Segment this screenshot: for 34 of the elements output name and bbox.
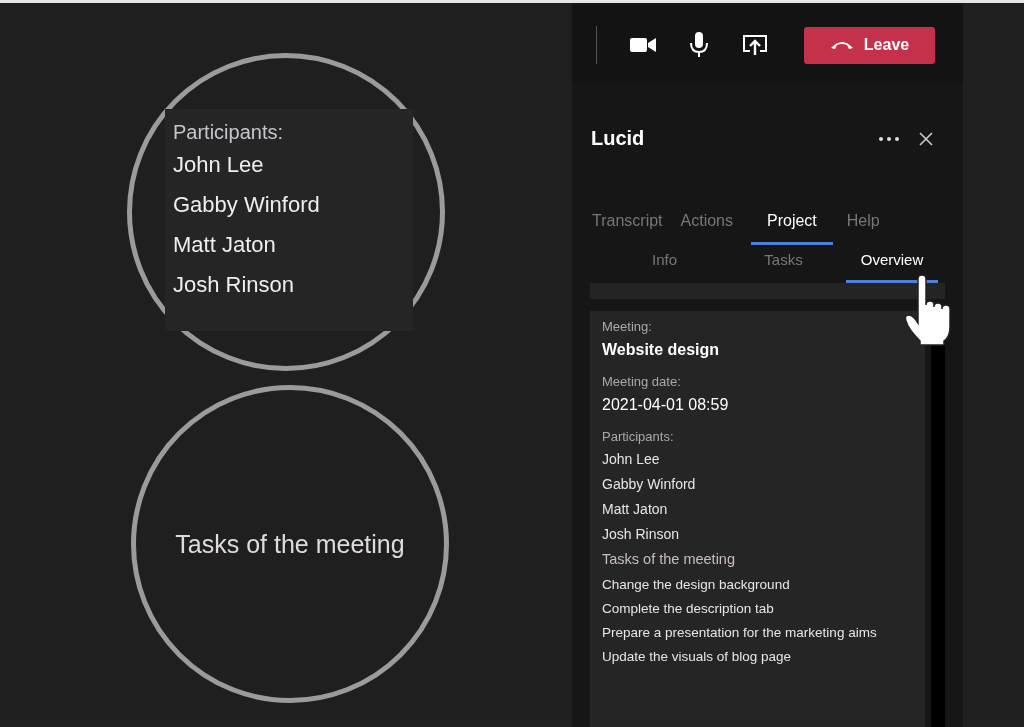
task-item: Prepare a presentation for the marketing aims xyxy=(602,625,878,640)
task-item: Complete the description tab xyxy=(602,601,775,616)
participant-name: Josh Rinson xyxy=(602,526,681,542)
participant-name: Gabby Winford xyxy=(602,476,697,492)
participant-name: John Lee xyxy=(602,451,661,467)
tab[interactable]: Actions xyxy=(680,212,733,245)
more-options-icon[interactable] xyxy=(879,136,899,141)
video-camera-icon[interactable] xyxy=(630,37,656,53)
phone-hangup-icon xyxy=(829,40,854,50)
subtab[interactable]: Tasks xyxy=(731,251,836,283)
zoom-label: Participants: xyxy=(173,121,285,144)
zoom-heading: Tasks of the meeting xyxy=(175,529,405,559)
field-label: Participants: xyxy=(602,429,675,444)
zoom-participant: Josh Rinson xyxy=(173,272,296,298)
zoom-participant: Gabby Winford xyxy=(173,192,321,218)
zoom-participant: John Lee xyxy=(173,152,265,178)
close-icon[interactable] xyxy=(919,131,933,146)
share-screen-icon[interactable] xyxy=(742,34,768,56)
subtab[interactable]: Info xyxy=(612,251,717,283)
meeting-date: 2021-04-01 08:59 xyxy=(602,396,730,414)
field-label: Meeting date: xyxy=(602,374,682,389)
tab[interactable]: Help xyxy=(846,212,880,245)
tab[interactable]: Project xyxy=(751,212,833,245)
tasks-heading: Tasks of the meeting xyxy=(602,551,736,567)
task-item: Update the visuals of blog page xyxy=(602,649,793,664)
zoom-participant: Matt Jaton xyxy=(173,232,277,258)
meeting-name: Website design xyxy=(602,341,721,359)
task-item: Change the design background xyxy=(602,577,791,592)
panel-title: Lucid xyxy=(591,127,646,150)
tab[interactable]: Transcript xyxy=(592,212,663,245)
participant-name: Matt Jaton xyxy=(602,501,669,517)
microphone-icon[interactable] xyxy=(690,32,708,58)
field-label: Meeting: xyxy=(602,319,653,334)
leave-button[interactable]: Leave xyxy=(804,26,935,64)
